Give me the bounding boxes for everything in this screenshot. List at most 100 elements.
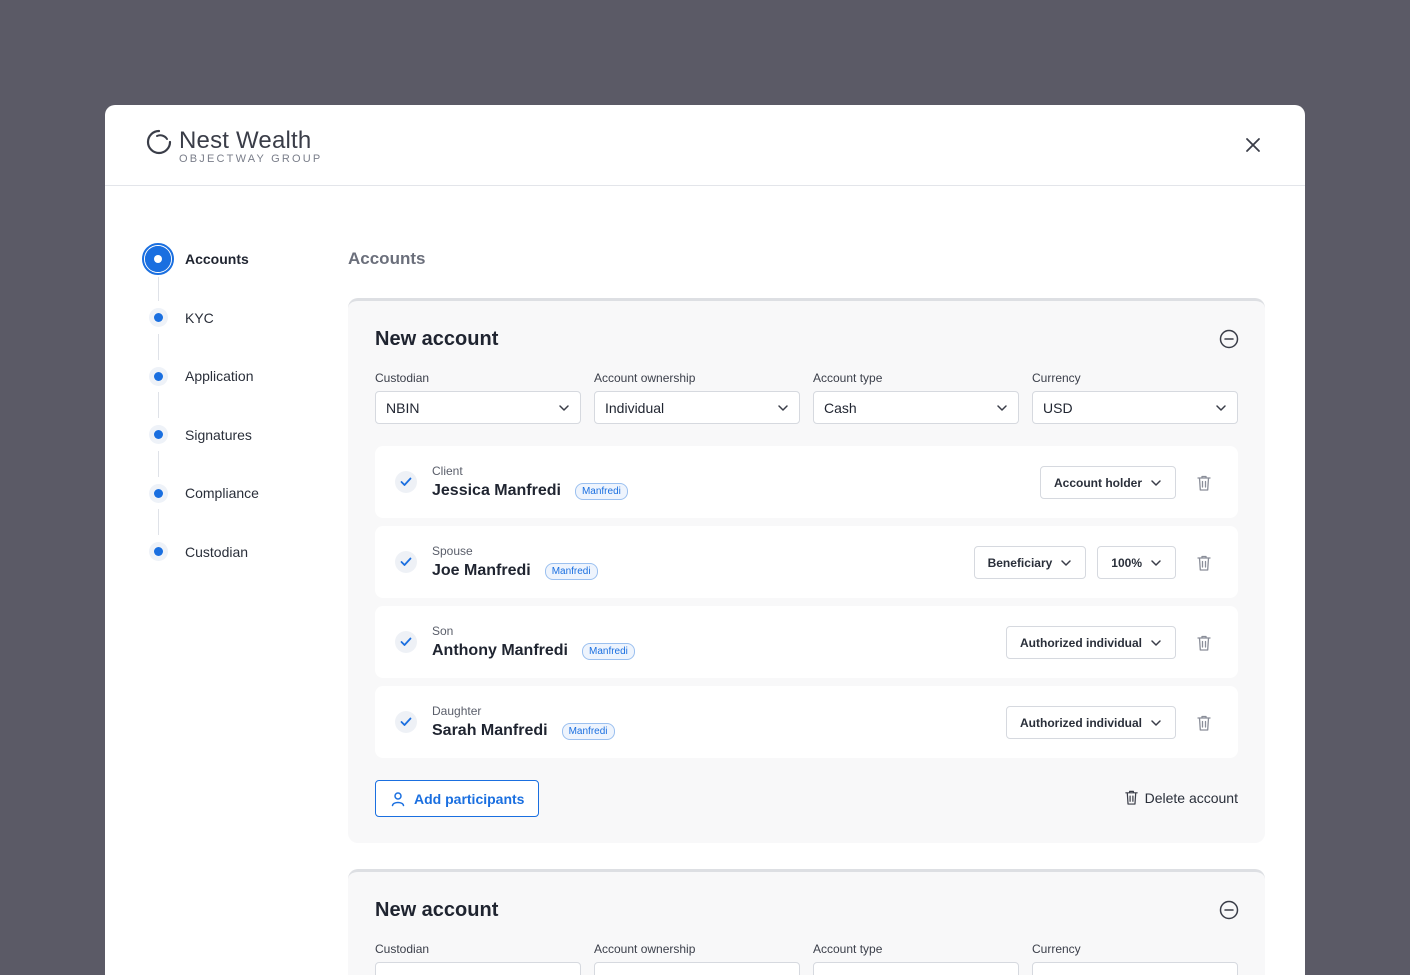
step-label: Custodian <box>185 543 249 560</box>
participant-name-row: Joe Manfredi Manfredi <box>432 562 598 580</box>
step-indicator <box>153 371 163 381</box>
relation-value: Account holder <box>1053 475 1142 490</box>
relation-value: Authorized individual <box>1020 635 1142 650</box>
trash-icon[interactable] <box>1196 554 1212 572</box>
chevron-down-icon <box>1061 559 1072 566</box>
custodian-value: NBIN <box>386 399 420 416</box>
currency-label: Currency <box>1032 371 1081 385</box>
share-select[interactable]: 100% <box>1097 546 1176 579</box>
relation-select[interactable]: Beneficiary <box>973 546 1087 579</box>
chevron-down-icon <box>1151 479 1161 486</box>
custodian-select[interactable] <box>375 962 581 975</box>
chevron-down-icon <box>1151 559 1161 566</box>
stepper: Accounts KYC Application Signatures Comp… <box>142 243 259 594</box>
brand-subtitle: OBJECTWAY GROUP <box>179 153 323 165</box>
modal-header: Nest Wealth OBJECTWAY GROUP <box>105 105 1305 186</box>
brand-logo: Nest Wealth OBJECTWAY GROUP <box>145 127 322 165</box>
relation-value: Authorized individual <box>1020 715 1142 730</box>
add-participants-label: Add participants <box>414 790 525 807</box>
custodian-label: Custodian <box>375 371 430 385</box>
step-indicator <box>153 547 163 556</box>
chevron-down-icon <box>778 404 788 411</box>
collapse-icon[interactable] <box>1219 900 1239 920</box>
section-title: Accounts <box>348 249 426 268</box>
account-type-label: Account type <box>813 942 883 956</box>
share-value: 100% <box>1111 555 1142 570</box>
relation-value: Beneficiary <box>987 555 1053 570</box>
step-indicator <box>153 313 163 322</box>
custodian-select[interactable]: NBIN <box>375 391 581 424</box>
step-label: Application <box>185 368 254 384</box>
participant-role: Son <box>432 624 454 638</box>
onboarding-modal: Nest Wealth OBJECTWAY GROUP Accounts KYC… <box>105 105 1305 975</box>
custodian-label: Custodian <box>375 942 430 956</box>
account-title: New account <box>375 328 499 350</box>
step-custodian[interactable]: Custodian <box>142 536 259 595</box>
check-icon[interactable] <box>395 711 417 733</box>
relation-select[interactable]: Authorized individual <box>1006 626 1176 659</box>
account-card: New account Custodian Account ownership … <box>348 869 1265 975</box>
account-title: New account <box>375 899 499 921</box>
account-type-select[interactable] <box>813 962 1019 975</box>
chevron-down-icon <box>559 404 569 411</box>
family-tag: Manfredi <box>574 482 628 500</box>
relation-select[interactable]: Account holder <box>1039 466 1176 499</box>
currency-select[interactable] <box>1032 962 1238 975</box>
participant-role: Client <box>432 464 463 478</box>
account-type-label: Account type <box>813 371 883 385</box>
trash-icon[interactable] <box>1196 474 1212 492</box>
account-fields: Custodian Account ownership Account type… <box>375 942 1238 975</box>
close-icon[interactable] <box>1243 135 1263 155</box>
family-tag: Manfredi <box>544 562 598 580</box>
step-compliance[interactable]: Compliance <box>142 477 259 536</box>
step-label: Accounts <box>185 251 249 267</box>
participant-name: Sarah Manfredi <box>432 722 548 739</box>
trash-icon[interactable] <box>1196 634 1212 652</box>
currency-label: Currency <box>1032 942 1081 956</box>
ownership-select[interactable] <box>594 962 800 975</box>
trash-icon[interactable] <box>1196 714 1212 732</box>
step-indicator <box>153 488 163 498</box>
family-tag: Manfredi <box>561 722 615 740</box>
collapse-icon[interactable] <box>1219 329 1239 349</box>
step-label: KYC <box>185 309 214 326</box>
participant-role: Daughter <box>432 704 482 718</box>
delete-account-button[interactable]: Delete account <box>1124 789 1238 806</box>
step-kyc[interactable]: KYC <box>142 302 259 361</box>
check-icon[interactable] <box>395 551 417 573</box>
participant-row: Spouse Joe Manfredi Manfredi Beneficiary… <box>375 526 1238 598</box>
ownership-select[interactable]: Individual <box>594 391 800 424</box>
step-signatures[interactable]: Signatures <box>142 419 259 478</box>
participant-name-row: Sarah Manfredi Manfredi <box>432 722 615 740</box>
chevron-down-icon <box>997 404 1007 411</box>
delete-account-label: Delete account <box>1144 789 1238 806</box>
participants-list: Client Jessica Manfredi Manfredi Account… <box>375 446 1238 766</box>
participant-row: Daughter Sarah Manfredi Manfredi Authori… <box>375 686 1238 758</box>
brand-name: Nest Wealth <box>179 127 312 154</box>
participant-name: Anthony Manfredi <box>432 642 568 659</box>
participant-role: Spouse <box>432 544 473 558</box>
step-application[interactable]: Application <box>142 360 259 419</box>
relation-select[interactable]: Authorized individual <box>1006 706 1176 739</box>
step-accounts[interactable]: Accounts <box>142 243 259 302</box>
currency-value: USD <box>1043 399 1073 416</box>
account-type-select[interactable]: Cash <box>813 391 1019 424</box>
step-label: Compliance <box>185 485 259 501</box>
currency-select[interactable]: USD <box>1032 391 1238 424</box>
trash-icon <box>1124 790 1138 805</box>
chevron-down-icon <box>1151 719 1161 726</box>
participant-name-row: Jessica Manfredi Manfredi <box>432 482 628 500</box>
check-icon[interactable] <box>395 631 417 653</box>
family-tag: Manfredi <box>582 642 635 660</box>
check-icon[interactable] <box>395 471 417 493</box>
brand-logo-icon <box>146 129 172 155</box>
account-type-value: Cash <box>824 399 857 416</box>
add-participants-button[interactable]: Add participants <box>375 780 540 817</box>
ownership-label: Account ownership <box>594 371 696 385</box>
ownership-value: Individual <box>605 399 665 416</box>
step-label: Signatures <box>185 426 252 443</box>
participant-row: Client Jessica Manfredi Manfredi Account… <box>375 446 1238 518</box>
participant-row: Son Anthony Manfredi Manfredi Authorized… <box>375 606 1238 678</box>
user-icon <box>391 791 405 806</box>
participant-name: Jessica Manfredi <box>432 482 561 499</box>
